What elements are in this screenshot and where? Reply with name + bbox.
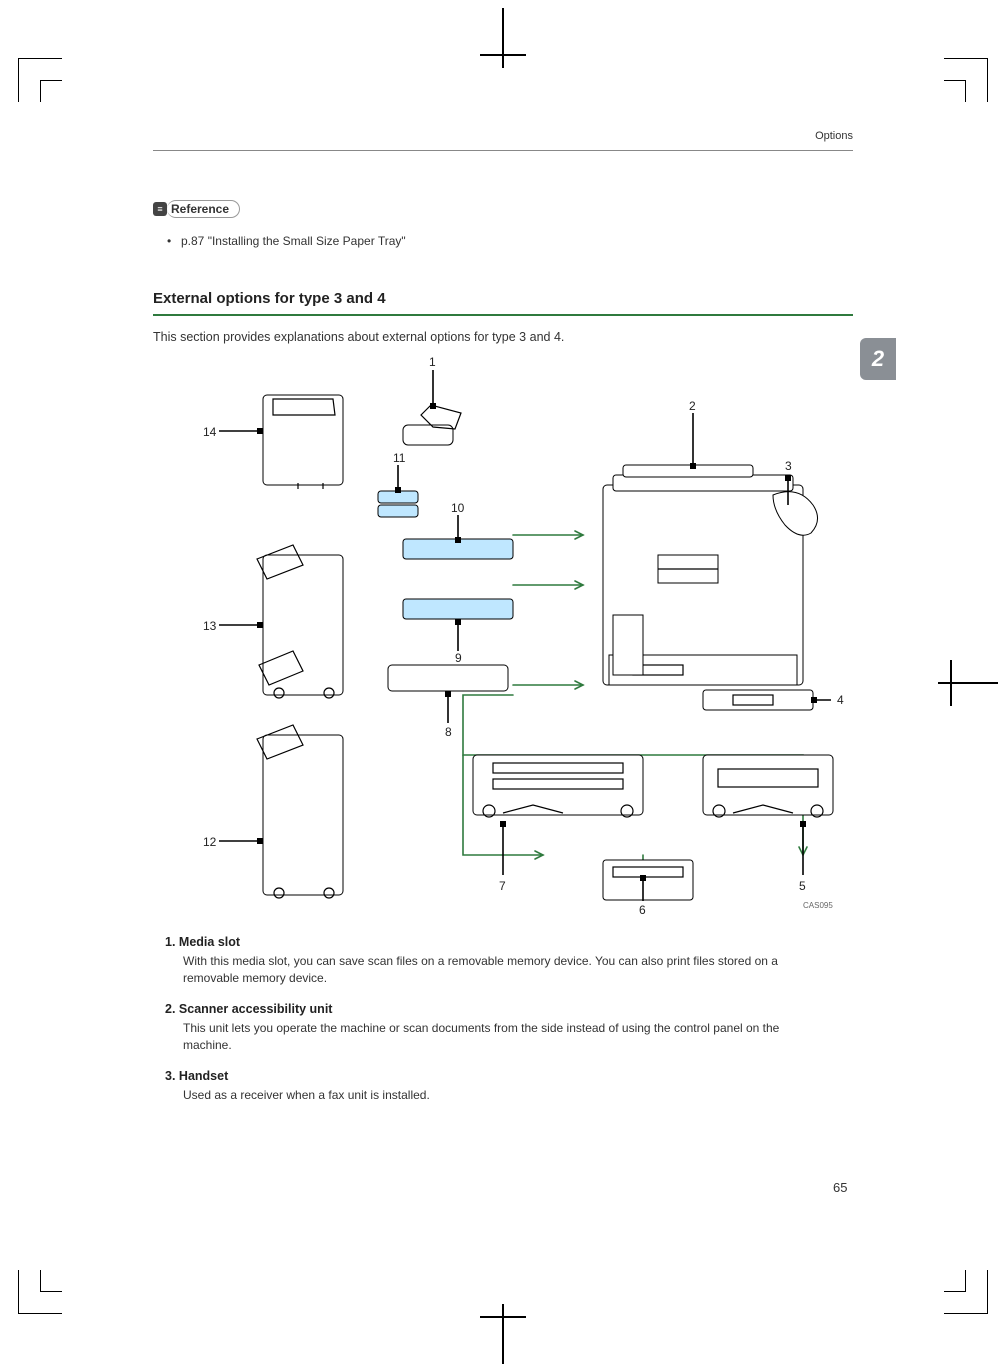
crop-mark <box>944 80 966 102</box>
label-6: 6 <box>639 903 646 917</box>
reference-bullet: p.87 "Installing the Small Size Paper Tr… <box>181 234 406 248</box>
chapter-tab: 2 <box>860 338 896 380</box>
label-11: 11 <box>393 451 405 465</box>
def-num: 1. <box>165 935 175 949</box>
label-7: 7 <box>499 879 506 893</box>
label-2: 2 <box>689 399 696 413</box>
def-body: With this media slot, you can save scan … <box>153 953 823 988</box>
crop-mark <box>40 1270 62 1292</box>
diagram-code: CAS095 <box>803 901 833 910</box>
crop-mark <box>40 80 62 102</box>
reference-label: Reference <box>167 200 240 218</box>
center-mark-top <box>480 8 526 68</box>
def-body: Used as a receiver when a fax unit is in… <box>153 1087 823 1104</box>
def-title: Media slot <box>179 935 240 949</box>
crop-mark <box>944 1270 966 1292</box>
definitions-list: 1. Media slot With this media slot, you … <box>153 935 853 1118</box>
page-number: 65 <box>833 1180 847 1195</box>
label-9: 9 <box>455 651 462 665</box>
header-rule <box>153 150 853 151</box>
definition-item: 2. Scanner accessibility unit This unit … <box>153 1002 853 1055</box>
page-section-label: Options <box>815 130 853 142</box>
options-diagram: .ln { stroke:#000; stroke-width:1.2; fil… <box>203 355 823 915</box>
definition-item: 1. Media slot With this media slot, you … <box>153 935 853 988</box>
center-mark-right <box>938 660 998 706</box>
label-12: 12 <box>203 835 216 849</box>
label-5: 5 <box>799 879 806 893</box>
reference-badge: ≡ Reference <box>153 200 240 218</box>
reference-icon: ≡ <box>153 202 167 216</box>
section-heading: External options for type 3 and 4 <box>153 290 386 307</box>
label-10: 10 <box>451 501 464 515</box>
section-intro: This section provides explanations about… <box>153 330 564 344</box>
def-num: 3. <box>165 1069 175 1083</box>
label-8: 8 <box>445 725 452 739</box>
center-mark-bottom <box>480 1304 526 1364</box>
label-14: 14 <box>203 425 216 439</box>
def-num: 2. <box>165 1002 175 1016</box>
def-body: This unit lets you operate the machine o… <box>153 1020 823 1055</box>
def-title: Scanner accessibility unit <box>179 1002 333 1016</box>
label-4: 4 <box>837 693 844 707</box>
label-3: 3 <box>785 459 792 473</box>
def-title: Handset <box>179 1069 228 1083</box>
section-underline <box>153 314 853 316</box>
label-1: 1 <box>429 355 436 369</box>
definition-item: 3. Handset Used as a receiver when a fax… <box>153 1069 853 1104</box>
label-13: 13 <box>203 619 216 633</box>
